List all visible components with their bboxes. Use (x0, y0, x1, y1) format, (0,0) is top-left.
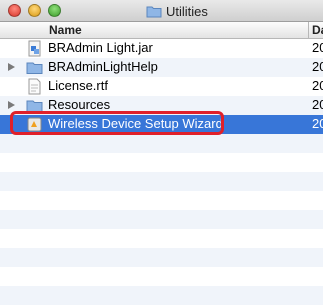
file-date: 20 (312, 97, 323, 112)
folder-icon (146, 6, 162, 17)
file-date: 20 (312, 78, 323, 93)
file-name: BRAdmin Light.jar (48, 40, 153, 55)
document-icon (28, 78, 41, 95)
empty-row (0, 191, 323, 210)
file-row-license-rtf[interactable]: License.rtf 20 (0, 77, 323, 96)
title-bar: Utilities (0, 0, 323, 22)
file-date: 20 (312, 59, 323, 74)
empty-row (0, 229, 323, 248)
file-row-bradmin-light-jar[interactable]: BRAdmin Light.jar 20 (0, 39, 323, 58)
disclosure-triangle-icon[interactable] (8, 101, 15, 109)
empty-row (0, 248, 323, 267)
folder-icon (26, 100, 43, 112)
empty-row (0, 134, 323, 153)
empty-row (0, 286, 323, 305)
file-row-bradminlighthelp[interactable]: BRAdminLightHelp 20 (0, 58, 323, 77)
column-header: Name Da (0, 22, 323, 39)
file-name: License.rtf (48, 78, 108, 93)
column-divider[interactable] (308, 22, 309, 38)
file-name: Wireless Device Setup Wizard (48, 116, 223, 131)
file-name: BRAdminLightHelp (48, 59, 158, 74)
empty-row (0, 267, 323, 286)
file-date: 20 (312, 40, 323, 55)
empty-row (0, 210, 323, 229)
empty-row (0, 172, 323, 191)
date-column-header[interactable]: Da (312, 23, 323, 37)
disclosure-triangle-icon[interactable] (8, 63, 15, 71)
file-date: 20 (312, 116, 323, 131)
window-title-text: Utilities (166, 3, 208, 19)
folder-icon (26, 62, 43, 74)
minimize-window-button[interactable] (28, 4, 41, 17)
close-window-button[interactable] (8, 4, 21, 17)
app-icon (27, 117, 42, 132)
window-title: Utilities (146, 3, 208, 19)
jar-icon (28, 40, 41, 57)
file-row-wireless-device-setup-wizard[interactable]: Wireless Device Setup Wizard 20 (0, 115, 323, 134)
name-column-header[interactable]: Name (49, 23, 82, 37)
empty-row (0, 153, 323, 172)
file-name: Resources (48, 97, 111, 112)
file-row-resources[interactable]: Resources 20 (0, 96, 323, 115)
file-list: BRAdmin Light.jar 20 BRAdminLightHelp 20… (0, 39, 323, 305)
zoom-window-button[interactable] (48, 4, 61, 17)
